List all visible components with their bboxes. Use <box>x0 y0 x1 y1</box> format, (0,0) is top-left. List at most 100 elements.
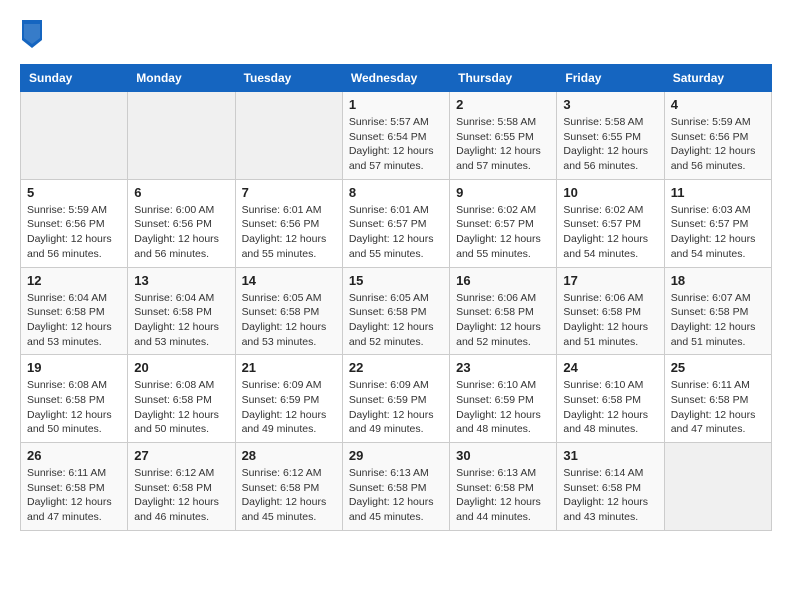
day-info: Sunrise: 6:08 AM Sunset: 6:58 PM Dayligh… <box>27 378 121 437</box>
calendar-cell: 9 Sunrise: 6:02 AM Sunset: 6:57 PM Daylig… <box>450 179 557 267</box>
calendar-week-2: 5 Sunrise: 5:59 AM Sunset: 6:56 PM Daylig… <box>21 179 772 267</box>
calendar-cell: 14 Sunrise: 6:05 AM Sunset: 6:58 PM Dayli… <box>235 267 342 355</box>
day-number: 7 <box>242 185 336 200</box>
calendar-cell: 1 Sunrise: 5:57 AM Sunset: 6:54 PM Daylig… <box>342 92 449 180</box>
day-number: 10 <box>563 185 657 200</box>
calendar-week-4: 19 Sunrise: 6:08 AM Sunset: 6:58 PM Dayli… <box>21 355 772 443</box>
day-number: 21 <box>242 360 336 375</box>
calendar-week-5: 26 Sunrise: 6:11 AM Sunset: 6:58 PM Dayli… <box>21 443 772 531</box>
calendar-cell: 24 Sunrise: 6:10 AM Sunset: 6:58 PM Dayli… <box>557 355 664 443</box>
day-info: Sunrise: 6:11 AM Sunset: 6:58 PM Dayligh… <box>27 466 121 525</box>
day-number: 15 <box>349 273 443 288</box>
calendar-cell: 19 Sunrise: 6:08 AM Sunset: 6:58 PM Dayli… <box>21 355 128 443</box>
header-day-wednesday: Wednesday <box>342 65 449 92</box>
calendar-cell: 16 Sunrise: 6:06 AM Sunset: 6:58 PM Dayli… <box>450 267 557 355</box>
day-number: 13 <box>134 273 228 288</box>
day-number: 8 <box>349 185 443 200</box>
calendar-cell: 18Sunrise: 6:07 AM Sunset: 6:58 PM Dayli… <box>664 267 771 355</box>
day-number: 23 <box>456 360 550 375</box>
calendar-cell: 6 Sunrise: 6:00 AM Sunset: 6:56 PM Daylig… <box>128 179 235 267</box>
calendar-cell <box>235 92 342 180</box>
calendar-cell: 20Sunrise: 6:08 AM Sunset: 6:58 PM Dayli… <box>128 355 235 443</box>
day-info: Sunrise: 5:59 AM Sunset: 6:56 PM Dayligh… <box>671 115 765 174</box>
day-number: 16 <box>456 273 550 288</box>
day-info: Sunrise: 5:59 AM Sunset: 6:56 PM Dayligh… <box>27 203 121 262</box>
day-number: 19 <box>27 360 121 375</box>
calendar-cell <box>128 92 235 180</box>
day-number: 3 <box>563 97 657 112</box>
day-info: Sunrise: 6:12 AM Sunset: 6:58 PM Dayligh… <box>242 466 336 525</box>
calendar-cell: 29 Sunrise: 6:13 AM Sunset: 6:58 PM Dayli… <box>342 443 449 531</box>
calendar-cell: 21 Sunrise: 6:09 AM Sunset: 6:59 PM Dayli… <box>235 355 342 443</box>
header-row: SundayMondayTuesdayWednesdayThursdayFrid… <box>21 65 772 92</box>
day-number: 22 <box>349 360 443 375</box>
day-info: Sunrise: 6:04 AM Sunset: 6:58 PM Dayligh… <box>134 291 228 350</box>
day-info: Sunrise: 6:00 AM Sunset: 6:56 PM Dayligh… <box>134 203 228 262</box>
day-info: Sunrise: 6:04 AM Sunset: 6:58 PM Dayligh… <box>27 291 121 350</box>
day-number: 24 <box>563 360 657 375</box>
day-number: 2 <box>456 97 550 112</box>
day-number: 5 <box>27 185 121 200</box>
day-number: 14 <box>242 273 336 288</box>
day-number: 4 <box>671 97 765 112</box>
calendar-week-3: 12 Sunrise: 6:04 AM Sunset: 6:58 PM Dayli… <box>21 267 772 355</box>
calendar-cell: 23 Sunrise: 6:10 AM Sunset: 6:59 PM Dayli… <box>450 355 557 443</box>
day-info: Sunrise: 6:13 AM Sunset: 6:58 PM Dayligh… <box>349 466 443 525</box>
calendar-cell: 31 Sunrise: 6:14 AM Sunset: 6:58 PM Dayli… <box>557 443 664 531</box>
calendar-cell: 30 Sunrise: 6:13 AM Sunset: 6:58 PM Dayli… <box>450 443 557 531</box>
day-number: 30 <box>456 448 550 463</box>
day-number: 25 <box>671 360 765 375</box>
calendar-header: SundayMondayTuesdayWednesdayThursdayFrid… <box>21 65 772 92</box>
header-day-friday: Friday <box>557 65 664 92</box>
calendar-cell <box>664 443 771 531</box>
day-info: Sunrise: 6:12 AM Sunset: 6:58 PM Dayligh… <box>134 466 228 525</box>
day-info: Sunrise: 6:11 AM Sunset: 6:58 PM Dayligh… <box>671 378 765 437</box>
day-number: 12 <box>27 273 121 288</box>
header-day-thursday: Thursday <box>450 65 557 92</box>
calendar-cell: 12 Sunrise: 6:04 AM Sunset: 6:58 PM Dayli… <box>21 267 128 355</box>
calendar-body: 1 Sunrise: 5:57 AM Sunset: 6:54 PM Daylig… <box>21 92 772 531</box>
calendar-cell: 22 Sunrise: 6:09 AM Sunset: 6:59 PM Dayli… <box>342 355 449 443</box>
calendar-table: SundayMondayTuesdayWednesdayThursdayFrid… <box>20 64 772 531</box>
day-info: Sunrise: 6:01 AM Sunset: 6:56 PM Dayligh… <box>242 203 336 262</box>
day-number: 17 <box>563 273 657 288</box>
day-info: Sunrise: 6:10 AM Sunset: 6:58 PM Dayligh… <box>563 378 657 437</box>
day-info: Sunrise: 6:09 AM Sunset: 6:59 PM Dayligh… <box>349 378 443 437</box>
calendar-cell: 25 Sunrise: 6:11 AM Sunset: 6:58 PM Dayli… <box>664 355 771 443</box>
day-number: 27 <box>134 448 228 463</box>
page-header <box>20 20 772 48</box>
header-day-tuesday: Tuesday <box>235 65 342 92</box>
day-info: Sunrise: 5:58 AM Sunset: 6:55 PM Dayligh… <box>456 115 550 174</box>
day-info: Sunrise: 6:14 AM Sunset: 6:58 PM Dayligh… <box>563 466 657 525</box>
day-info: Sunrise: 6:13 AM Sunset: 6:58 PM Dayligh… <box>456 466 550 525</box>
day-info: Sunrise: 6:05 AM Sunset: 6:58 PM Dayligh… <box>242 291 336 350</box>
calendar-cell: 4 Sunrise: 5:59 AM Sunset: 6:56 PM Daylig… <box>664 92 771 180</box>
day-info: Sunrise: 6:02 AM Sunset: 6:57 PM Dayligh… <box>456 203 550 262</box>
day-info: Sunrise: 6:09 AM Sunset: 6:59 PM Dayligh… <box>242 378 336 437</box>
day-number: 11 <box>671 185 765 200</box>
day-number: 18 <box>671 273 765 288</box>
calendar-cell: 17Sunrise: 6:06 AM Sunset: 6:58 PM Dayli… <box>557 267 664 355</box>
logo <box>20 20 48 48</box>
header-day-saturday: Saturday <box>664 65 771 92</box>
day-number: 1 <box>349 97 443 112</box>
header-day-sunday: Sunday <box>21 65 128 92</box>
day-number: 31 <box>563 448 657 463</box>
day-info: Sunrise: 6:06 AM Sunset: 6:58 PM Dayligh… <box>456 291 550 350</box>
day-info: Sunrise: 6:10 AM Sunset: 6:59 PM Dayligh… <box>456 378 550 437</box>
calendar-cell: 2 Sunrise: 5:58 AM Sunset: 6:55 PM Daylig… <box>450 92 557 180</box>
day-info: Sunrise: 5:57 AM Sunset: 6:54 PM Dayligh… <box>349 115 443 174</box>
day-number: 20 <box>134 360 228 375</box>
day-number: 26 <box>27 448 121 463</box>
day-number: 9 <box>456 185 550 200</box>
calendar-cell: 26 Sunrise: 6:11 AM Sunset: 6:58 PM Dayli… <box>21 443 128 531</box>
day-info: Sunrise: 6:03 AM Sunset: 6:57 PM Dayligh… <box>671 203 765 262</box>
day-number: 6 <box>134 185 228 200</box>
day-number: 29 <box>349 448 443 463</box>
calendar-cell: 27 Sunrise: 6:12 AM Sunset: 6:58 PM Dayli… <box>128 443 235 531</box>
day-info: Sunrise: 6:05 AM Sunset: 6:58 PM Dayligh… <box>349 291 443 350</box>
calendar-cell: 3Sunrise: 5:58 AM Sunset: 6:55 PM Daylig… <box>557 92 664 180</box>
calendar-cell: 28Sunrise: 6:12 AM Sunset: 6:58 PM Dayli… <box>235 443 342 531</box>
calendar-cell: 5 Sunrise: 5:59 AM Sunset: 6:56 PM Daylig… <box>21 179 128 267</box>
logo-icon <box>22 20 42 48</box>
